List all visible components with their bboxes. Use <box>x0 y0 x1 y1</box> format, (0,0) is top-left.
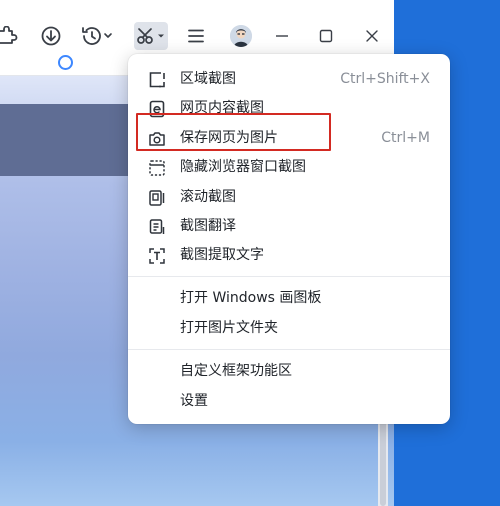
puzzle-icon[interactable] <box>0 22 18 50</box>
menu-item-label: 自定义框架功能区 <box>180 363 292 379</box>
highlight-annotation <box>136 113 331 151</box>
ocr-text-icon <box>148 247 166 265</box>
menu-item-label: 隐藏浏览器窗口截图 <box>180 159 306 175</box>
minimize-icon[interactable] <box>272 22 292 50</box>
menu-item-capture-ocr[interactable]: 截图提取文字 <box>128 241 450 269</box>
weather-temperature: 13℃ <box>79 53 115 72</box>
scissors-icon <box>136 26 156 46</box>
close-icon[interactable] <box>362 22 382 50</box>
menu-item-open-image-folder[interactable]: 打开图片文件夹 <box>128 314 450 342</box>
region-capture-icon <box>148 71 166 89</box>
menu-item-label: 打开图片文件夹 <box>180 320 278 336</box>
menu-item-customize-toolbar[interactable]: 自定义框架功能区 <box>128 357 450 385</box>
weather-icon <box>58 55 74 70</box>
menu-item-label: 截图提取文字 <box>180 247 264 263</box>
menu-item-label: 区域截图 <box>180 71 236 87</box>
menu-item-region-capture[interactable]: 区域截图 Ctrl+Shift+X <box>128 65 450 93</box>
menu-item-scroll-capture[interactable]: 滚动截图 <box>128 183 450 211</box>
translate-capture-icon <box>148 218 166 236</box>
weather-city: 苏州 <box>16 54 47 72</box>
menu-separator <box>128 349 450 350</box>
menu-item-shortcut: Ctrl+Shift+X <box>340 71 430 87</box>
menu-item-label: 滚动截图 <box>180 189 236 205</box>
maximize-icon[interactable] <box>316 22 336 50</box>
menu-icon[interactable] <box>184 22 208 50</box>
menu-item-label: 打开 Windows 画图板 <box>180 290 322 306</box>
menu-item-shortcut: Ctrl+M <box>381 130 430 146</box>
screenshot-menu: 区域截图 Ctrl+Shift+X 网页内容截图 保存网页为图片 Ctrl+M <box>128 54 450 424</box>
menu-item-hidden-window-capture[interactable]: 隐藏浏览器窗口截图 <box>128 153 450 181</box>
screenshot-button[interactable] <box>134 22 168 50</box>
chevron-down-icon <box>156 31 166 41</box>
menu-item-label: 设置 <box>180 393 208 409</box>
history-icon[interactable] <box>80 22 114 50</box>
avatar-button[interactable] <box>229 22 253 50</box>
weather-widget[interactable]: 苏州 13℃ <box>16 52 115 73</box>
menu-item-settings[interactable]: 设置 <box>128 387 450 415</box>
menu-separator <box>128 276 450 277</box>
menu-item-open-paint[interactable]: 打开 Windows 画图板 <box>128 284 450 312</box>
avatar <box>230 25 252 47</box>
menu-item-capture-translate[interactable]: 截图翻译 <box>128 212 450 240</box>
download-icon[interactable] <box>39 22 63 50</box>
menu-item-label: 截图翻译 <box>180 218 236 234</box>
scroll-capture-icon <box>148 189 166 207</box>
hidden-window-icon <box>148 159 166 177</box>
